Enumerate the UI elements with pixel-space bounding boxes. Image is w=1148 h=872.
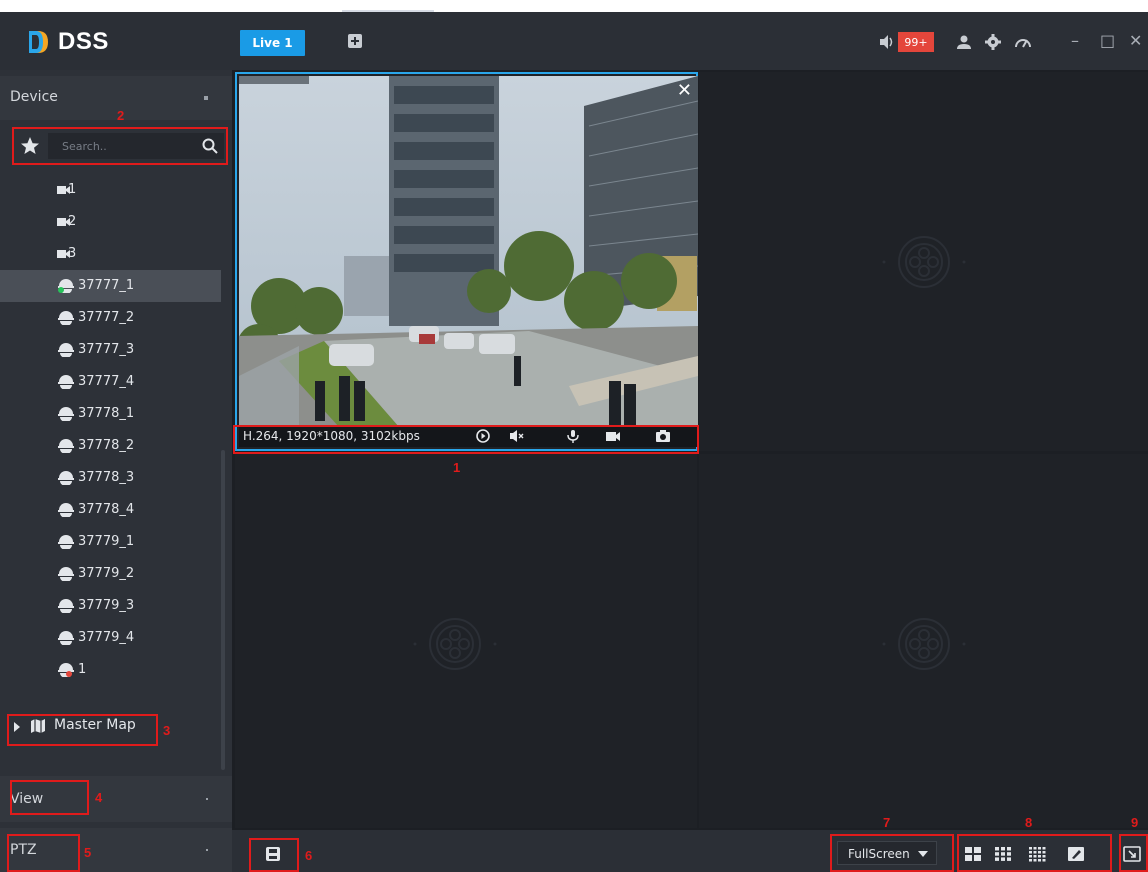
- annotation-box-4: [10, 780, 89, 815]
- device-section-header[interactable]: Device: [0, 76, 232, 120]
- live-video[interactable]: ✕: [239, 76, 698, 427]
- maximize-icon[interactable]: □: [1100, 31, 1115, 51]
- header-bar: DSS Live 1 99+ – □ ✕: [0, 12, 1148, 70]
- gauge-icon[interactable]: [1014, 33, 1032, 51]
- video-pane-3[interactable]: [235, 454, 697, 828]
- video-frame: [239, 76, 698, 427]
- tree-item-label: 37778_2: [78, 438, 135, 453]
- tree-item-37777_1[interactable]: 37777_1: [0, 270, 221, 302]
- dome-camera-icon: [58, 343, 74, 357]
- chevron-down-icon: [204, 96, 208, 100]
- video-pane-2[interactable]: [699, 72, 1148, 451]
- tree-item-label: 1: [68, 182, 77, 197]
- dome-camera-icon: [58, 631, 74, 645]
- annotation-number-8: 8: [1025, 815, 1033, 830]
- annotation-box-9: [1119, 834, 1148, 872]
- tree-item-37777_3[interactable]: 37777_3: [0, 334, 221, 366]
- dome-camera-icon: [58, 599, 74, 613]
- tree-item-label: 37778_1: [78, 406, 135, 421]
- sidebar-scrollbar[interactable]: [221, 450, 225, 770]
- close-icon[interactable]: ✕: [1129, 31, 1142, 51]
- close-video-icon[interactable]: ✕: [677, 80, 692, 101]
- annotation-box-3: [7, 714, 158, 746]
- video-pane-1[interactable]: ✕ H.264, 1920*1080, 3102kbps: [235, 72, 698, 451]
- tree-item-37778_2[interactable]: 37778_2: [0, 430, 221, 462]
- dome-camera-icon: [58, 535, 74, 549]
- tree-item-label: 37779_2: [78, 566, 135, 581]
- device-section-label: Device: [10, 89, 58, 105]
- tree-item-label: 37779_4: [78, 630, 135, 645]
- tree-item-37778_3[interactable]: 37778_3: [0, 462, 221, 494]
- annotation-number-1: 1: [453, 460, 461, 475]
- film-reel-icon: [882, 618, 966, 670]
- tree-item-37779_3[interactable]: 37779_3: [0, 590, 221, 622]
- tree-item-1[interactable]: 1: [0, 654, 221, 686]
- dome-camera-icon: [58, 503, 74, 517]
- annotation-number-9: 9: [1131, 815, 1139, 830]
- tree-item-1[interactable]: 1: [0, 174, 221, 206]
- speaker-icon[interactable]: [879, 34, 895, 50]
- dome-camera-icon: [58, 311, 74, 325]
- tree-item-2[interactable]: 2: [0, 206, 221, 238]
- alarm-count-badge[interactable]: 99+: [898, 32, 934, 52]
- dome-camera-icon: [58, 567, 74, 581]
- minimize-icon[interactable]: –: [1071, 31, 1079, 51]
- annotation-number-7: 7: [883, 815, 891, 830]
- tree-item-label: 37777_4: [78, 374, 135, 389]
- app-logo-text: DSS: [58, 28, 109, 55]
- tree-item-label: 37778_3: [78, 470, 135, 485]
- tree-item-label: 37777_2: [78, 310, 135, 325]
- dome-camera-icon: [58, 375, 74, 389]
- dome-camera-icon: [58, 407, 74, 421]
- app-logo: DSS: [26, 28, 109, 55]
- annotation-number-3: 3: [163, 723, 171, 738]
- tree-item-37778_4[interactable]: 37778_4: [0, 494, 221, 526]
- tree-item-label: 2: [68, 214, 77, 229]
- tree-item-37778_1[interactable]: 37778_1: [0, 398, 221, 430]
- annotation-number-2: 2: [117, 108, 125, 123]
- annotation-box-7: [830, 834, 954, 872]
- chevron-right-icon: [206, 798, 208, 800]
- chevron-right-icon: [206, 849, 208, 851]
- add-tab-icon[interactable]: [348, 34, 362, 48]
- tree-item-label: 37779_1: [78, 534, 135, 549]
- tree-item-label: 1: [78, 662, 87, 677]
- tree-item-37779_2[interactable]: 37779_2: [0, 558, 221, 590]
- tree-item-label: 37777_1: [78, 278, 135, 293]
- dome-camera-icon: [58, 279, 74, 293]
- tree-item-label: 37779_3: [78, 598, 135, 613]
- tree-item-label: 37777_3: [78, 342, 135, 357]
- video-pane-4[interactable]: [699, 454, 1148, 828]
- dome-camera-icon: [58, 663, 74, 677]
- tree-item-37777_2[interactable]: 37777_2: [0, 302, 221, 334]
- annotation-box-6: [249, 838, 299, 872]
- film-reel-icon: [413, 618, 497, 670]
- annotation-box-1: [233, 425, 699, 454]
- tree-item-label: 3: [68, 246, 77, 261]
- annotation-box-8: [957, 834, 1112, 872]
- dome-camera-icon: [58, 471, 74, 485]
- annotation-number-5: 5: [84, 845, 92, 860]
- dome-camera-icon: [58, 439, 74, 453]
- tree-item-37779_1[interactable]: 37779_1: [0, 526, 221, 558]
- caption-strip: [0, 0, 1148, 12]
- annotation-number-4: 4: [95, 790, 103, 805]
- annotation-box-5: [7, 834, 80, 872]
- gear-icon[interactable]: [984, 33, 1002, 51]
- tree-item-3[interactable]: 3: [0, 238, 221, 270]
- logo-mark-icon: [29, 31, 48, 53]
- film-reel-icon: [882, 236, 966, 288]
- user-icon[interactable]: [955, 33, 973, 51]
- tree-item-37777_4[interactable]: 37777_4: [0, 366, 221, 398]
- annotation-box-2: [12, 127, 228, 165]
- annotation-number-6: 6: [305, 848, 313, 863]
- tree-item-37779_4[interactable]: 37779_4: [0, 622, 221, 654]
- tab-live-1[interactable]: Live 1: [240, 30, 305, 56]
- tree-item-label: 37778_4: [78, 502, 135, 517]
